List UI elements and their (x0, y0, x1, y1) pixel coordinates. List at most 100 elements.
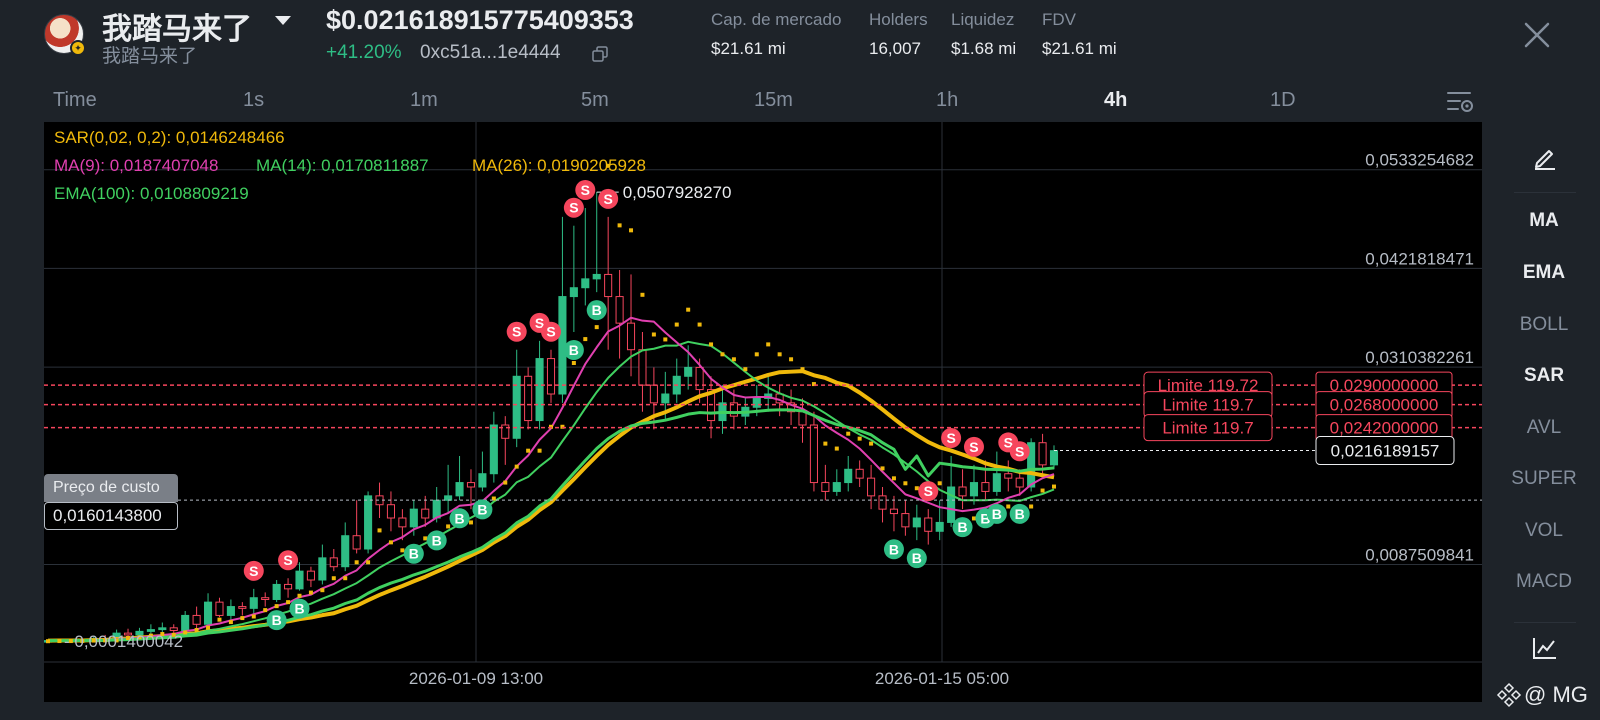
marker-letter: B (889, 541, 899, 557)
marker-letter: B (569, 342, 579, 358)
ma26-line (47, 369, 1055, 643)
chart-type-icon[interactable] (1532, 636, 1558, 660)
sar-dot (891, 476, 896, 481)
sar-dot (663, 337, 668, 342)
indicator-vol[interactable]: VOL (1500, 520, 1588, 542)
candle-up (409, 508, 418, 528)
tab-1d[interactable]: 1D (1270, 89, 1296, 112)
limit-price-label: 0,0242000000 (1330, 419, 1439, 438)
tab-1h[interactable]: 1h (936, 89, 958, 112)
divider (1514, 192, 1576, 193)
price-chart[interactable]: 0,0533254682 0,0421818471 0,0310382261 0,00… (44, 122, 1482, 702)
marker-letter: B (454, 510, 464, 526)
sar-dot (331, 576, 336, 581)
tab-4h[interactable]: 4h (1104, 89, 1127, 112)
sar-dot (194, 628, 199, 633)
y-tick-label: 0,0087509841 (1365, 545, 1474, 564)
sar-dot (731, 357, 736, 362)
stat-holders: Holders 16,007 (869, 10, 928, 59)
sar-dot (674, 322, 679, 327)
candle-down (284, 583, 293, 590)
sar-dot (251, 614, 256, 619)
legend-sar: SAR(0,02, 0,2): 0,0146248466 (54, 128, 285, 147)
current-price-label: 0,0216189157 (1331, 442, 1440, 461)
x-tick-label: 2026-01-09 13:00 (409, 669, 543, 688)
tab-15m[interactable]: 15m (754, 89, 793, 112)
cost-basis-value: 0,0160143800 (44, 502, 178, 530)
indicator-ema[interactable]: EMA (1500, 262, 1588, 284)
sar-dot (388, 540, 393, 545)
marker-letter: B (957, 519, 967, 535)
limit-order-label: Limite 119.7 (1162, 396, 1253, 415)
copy-icon[interactable] (592, 46, 608, 62)
stat-value: $21.61 mi (711, 39, 786, 58)
sar-dot (594, 325, 599, 330)
sar-dot (766, 342, 771, 347)
candle-up (912, 517, 921, 528)
indicator-super[interactable]: SUPER (1500, 468, 1588, 490)
sar-dot (937, 481, 942, 486)
sar-dot (640, 292, 645, 297)
verified-badge-icon: ✦ (70, 40, 86, 56)
watermark-text: @ MG (1524, 682, 1588, 707)
sar-dot (914, 486, 919, 491)
stat-label: Cap. de mercado (711, 10, 842, 29)
sar-dot (754, 352, 759, 357)
indicator-boll[interactable]: BOLL (1500, 314, 1588, 336)
tab-1s[interactable]: 1s (243, 89, 264, 112)
indicator-settings-icon[interactable] (1446, 90, 1474, 114)
indicator-avl[interactable]: AVL (1500, 417, 1588, 439)
chevron-down-icon[interactable] (275, 16, 291, 25)
candle-up (935, 521, 944, 532)
candle-up (832, 482, 841, 492)
candle-down (261, 597, 270, 600)
indicator-sar[interactable]: SAR (1500, 365, 1588, 387)
close-icon[interactable] (1522, 20, 1552, 50)
sar-dot (709, 342, 714, 347)
contract-address[interactable]: 0xc51a...1e4444 (420, 42, 561, 64)
candle-up (158, 627, 167, 631)
sar-dot (400, 548, 405, 553)
y-tick-label: 0,0421818471 (1365, 249, 1474, 268)
candle-down (215, 601, 224, 616)
candle-down (524, 375, 533, 422)
marker-letter: B (409, 546, 419, 562)
sar-dot (629, 228, 634, 233)
candle-up (364, 495, 373, 550)
sar-dot (743, 367, 748, 372)
sar-dot (697, 322, 702, 327)
indicator-macd[interactable]: MACD (1500, 571, 1588, 593)
sar-dot (514, 464, 519, 469)
sar-dot (1006, 504, 1011, 509)
indicator-ma[interactable]: MA (1500, 210, 1588, 232)
sar-dot (228, 620, 233, 625)
pencil-icon[interactable] (1532, 144, 1558, 170)
stat-value: $1.68 mi (951, 39, 1017, 58)
sar-dot (846, 431, 851, 436)
candle-up (489, 424, 498, 475)
stat-fdv: FDV $21.61 mi (1042, 10, 1117, 59)
legend-ema100: EMA(100): 0,0108809219 (54, 184, 249, 203)
tab-1m[interactable]: 1m (410, 89, 438, 112)
divider (1514, 622, 1576, 623)
candle-down (626, 322, 636, 351)
sar-dot (46, 639, 50, 644)
sar-dot (217, 617, 222, 622)
sar-dot (183, 630, 188, 635)
y-tick-label: 0,0310382261 (1365, 348, 1474, 367)
tab-time[interactable]: Time (53, 89, 97, 112)
candle-down (878, 495, 887, 510)
marker-letter: B (272, 612, 282, 628)
candle-up (341, 535, 350, 568)
sar-dot (274, 604, 279, 609)
candle-down (901, 513, 910, 528)
stat-liquidity: Liquidez $1.68 mi (951, 10, 1016, 59)
sar-dot (800, 367, 805, 372)
candle-up (558, 296, 567, 395)
tab-5m[interactable]: 5m (581, 89, 609, 112)
chart-canvas[interactable]: 0,0533254682 0,0421818471 0,0310382261 0,00… (44, 122, 1482, 702)
sar-dot (823, 441, 828, 446)
candle-down (1015, 477, 1024, 488)
sar-dot (651, 332, 656, 337)
marker-letter: S (581, 182, 590, 198)
